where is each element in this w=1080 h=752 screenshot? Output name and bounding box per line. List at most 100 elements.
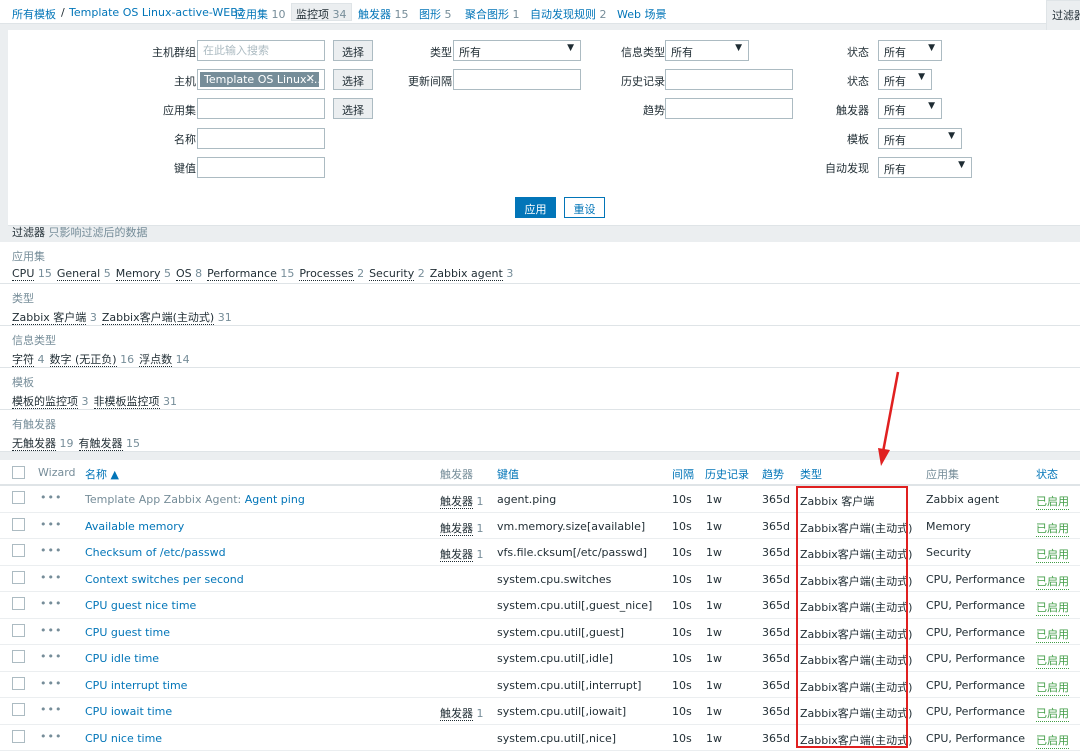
subfilter-item-label[interactable]: General: [56, 267, 101, 281]
wizard-menu-icon[interactable]: •••: [40, 730, 62, 743]
row-checkbox[interactable]: [12, 703, 25, 716]
header-interval[interactable]: 间隔: [672, 466, 694, 482]
subfilter-item[interactable]: Performance 15: [207, 267, 294, 281]
item-name-link[interactable]: Agent ping: [245, 493, 305, 506]
host-group-input[interactable]: [197, 40, 325, 61]
subfilter-item-label[interactable]: 字符: [12, 353, 34, 367]
subfilter-item[interactable]: Processes 2: [299, 267, 364, 281]
header-status[interactable]: 状态: [1036, 466, 1058, 482]
subfilter-item-label[interactable]: 无触发器: [12, 437, 56, 451]
wizard-menu-icon[interactable]: •••: [40, 491, 62, 504]
breadcrumb-template-name[interactable]: Template OS Linux-active-WEB2: [69, 6, 245, 19]
subfilter-item-label[interactable]: Zabbix客户端(主动式): [101, 311, 215, 325]
subfilter-item-label[interactable]: 非模板监控项: [93, 395, 160, 409]
wizard-menu-icon[interactable]: •••: [40, 624, 62, 637]
subfilter-item-label[interactable]: Zabbix agent: [429, 267, 503, 281]
subfilter-item[interactable]: OS 8: [175, 267, 202, 281]
tab-web-scenarios[interactable]: Web 场景: [617, 6, 666, 22]
row-checkbox[interactable]: [12, 544, 25, 557]
triggers-link[interactable]: 触发器: [440, 707, 473, 721]
wizard-menu-icon[interactable]: •••: [40, 703, 62, 716]
row-checkbox[interactable]: [12, 650, 25, 663]
subfilter-item-label[interactable]: Processes: [299, 267, 354, 281]
tab-applications[interactable]: 应用集 10: [235, 6, 286, 22]
triggers-select[interactable]: 所有 ▼: [878, 98, 942, 119]
tab-discovery-rules-label[interactable]: 自动发现规则: [530, 8, 596, 21]
status-toggle[interactable]: 已启用: [1036, 652, 1069, 669]
select-all-checkbox[interactable]: [12, 466, 25, 479]
tab-items-active[interactable]: 监控项 34: [291, 3, 352, 21]
item-name-link[interactable]: CPU nice time: [85, 732, 162, 745]
row-checkbox[interactable]: [12, 491, 25, 504]
subfilter-item[interactable]: Zabbix客户端(主动式) 31: [101, 311, 232, 325]
apply-button[interactable]: 应用: [515, 197, 556, 218]
reset-button[interactable]: 重设: [564, 197, 605, 218]
subfilter-item[interactable]: 浮点数 14: [139, 353, 190, 367]
wizard-menu-icon[interactable]: •••: [40, 571, 62, 584]
subfilter-item[interactable]: Security 2: [369, 267, 425, 281]
row-checkbox[interactable]: [12, 597, 25, 610]
wizard-menu-icon[interactable]: •••: [40, 544, 62, 557]
application-input[interactable]: [197, 98, 325, 119]
subfilter-item-label[interactable]: 有触发器: [78, 437, 123, 451]
filter-toggle-tab[interactable]: 过滤器: [1046, 0, 1080, 30]
item-name-link[interactable]: Checksum of /etc/passwd: [85, 546, 226, 559]
status-toggle[interactable]: 已启用: [1036, 626, 1069, 643]
row-checkbox[interactable]: [12, 517, 25, 531]
application-select-button[interactable]: 选择: [333, 98, 373, 119]
remove-chip-icon[interactable]: ✕: [306, 72, 315, 85]
host-select-button[interactable]: 选择: [333, 69, 373, 90]
wizard-menu-icon[interactable]: •••: [40, 518, 62, 531]
tab-applications-label[interactable]: 应用集: [235, 8, 268, 21]
item-name-link[interactable]: CPU idle time: [85, 652, 159, 665]
state-select[interactable]: 所有 ▼: [878, 40, 942, 61]
subfilter-item[interactable]: 有触发器 15: [78, 437, 140, 451]
row-checkbox[interactable]: [12, 676, 25, 690]
wizard-menu-icon[interactable]: •••: [40, 597, 62, 610]
triggers-link[interactable]: 触发器: [440, 521, 473, 536]
wizard-menu-icon[interactable]: •••: [40, 650, 62, 663]
breadcrumb-all-templates[interactable]: 所有模板: [12, 6, 56, 22]
tab-triggers[interactable]: 触发器 15: [358, 6, 409, 22]
item-name-link[interactable]: CPU interrupt time: [85, 679, 187, 692]
triggers-link[interactable]: 触发器: [440, 495, 473, 509]
subfilter-item-label[interactable]: Performance: [207, 267, 277, 281]
tab-screens-label[interactable]: 聚合图形: [465, 8, 509, 21]
subfilter-item-label[interactable]: Security: [369, 267, 415, 281]
status-toggle[interactable]: 已启用: [1036, 546, 1069, 563]
tab-graphs[interactable]: 图形 5: [419, 6, 452, 22]
item-name-link[interactable]: Context switches per second: [85, 573, 244, 586]
info-type-select[interactable]: 所有 ▼: [665, 40, 749, 61]
discovery-select[interactable]: 所有 ▼: [878, 157, 972, 178]
history-input[interactable]: [665, 69, 793, 90]
status-toggle[interactable]: 已启用: [1036, 705, 1069, 722]
subfilter-item[interactable]: Memory 5: [115, 267, 171, 281]
key-input[interactable]: [197, 157, 325, 178]
header-key[interactable]: 键值: [497, 466, 519, 482]
subfilter-item-label[interactable]: Zabbix 客户端: [12, 311, 87, 325]
status-toggle[interactable]: 已启用: [1036, 493, 1069, 510]
header-name[interactable]: 名称 ▲: [85, 466, 119, 482]
wizard-menu-icon[interactable]: •••: [40, 677, 62, 690]
tab-graphs-label[interactable]: 图形: [419, 8, 441, 21]
tab-triggers-label[interactable]: 触发器: [358, 8, 391, 21]
status-toggle[interactable]: 已启用: [1036, 520, 1069, 537]
type-select[interactable]: 所有 ▼: [453, 40, 581, 61]
host-group-select-button[interactable]: 选择: [333, 40, 373, 61]
subfilter-item[interactable]: General 5: [56, 267, 111, 281]
subfilter-item[interactable]: 数字 (无正负) 16: [49, 353, 134, 367]
trends-input[interactable]: [665, 98, 793, 119]
header-history[interactable]: 历史记录: [705, 466, 749, 482]
row-checkbox[interactable]: [12, 623, 25, 637]
triggers-link[interactable]: 触发器: [440, 548, 473, 562]
subfilter-item-label[interactable]: OS: [175, 267, 192, 281]
subfilter-item[interactable]: 无触发器 19: [12, 437, 74, 451]
status-select[interactable]: 所有 ▼: [878, 69, 932, 90]
subfilter-item-label[interactable]: 模板的监控项: [12, 395, 78, 409]
subfilter-item-label[interactable]: 浮点数: [139, 353, 173, 367]
status-toggle[interactable]: 已启用: [1036, 732, 1069, 749]
template-prefix-link[interactable]: Template App Zabbix Agent:: [85, 493, 241, 506]
tab-web-scenarios-label[interactable]: Web 场景: [617, 8, 666, 21]
status-toggle[interactable]: 已启用: [1036, 679, 1069, 696]
item-name-link[interactable]: CPU iowait time: [85, 705, 172, 718]
